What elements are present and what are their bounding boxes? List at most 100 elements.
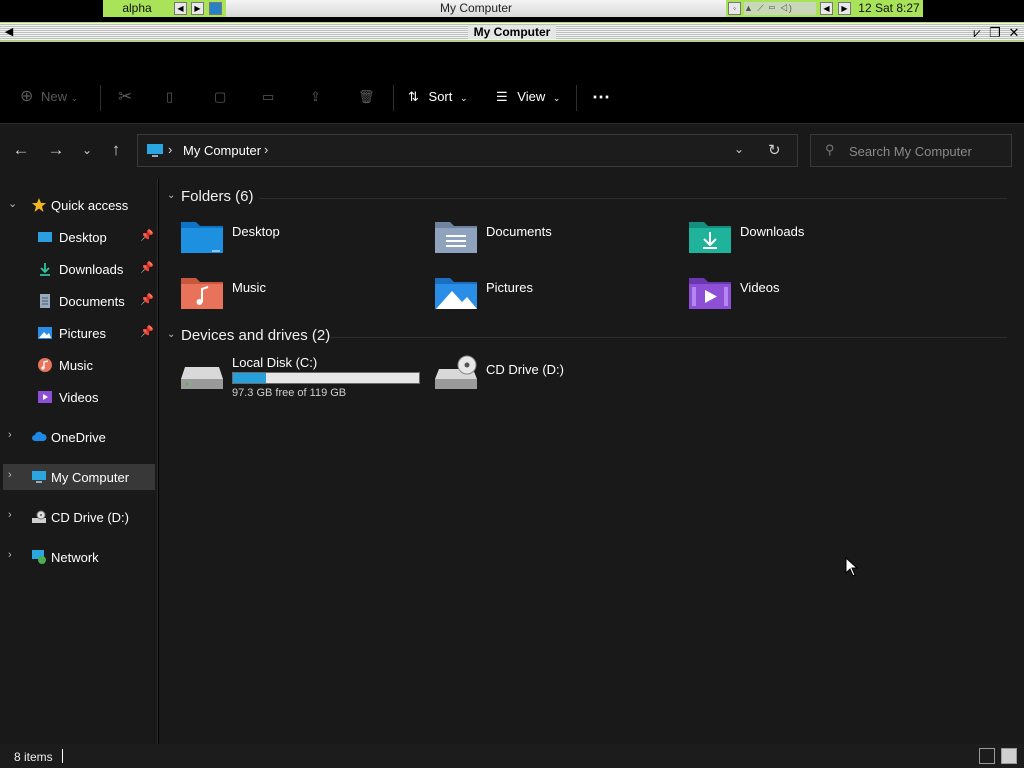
text-caret xyxy=(62,749,63,763)
drive-usage-fill xyxy=(233,373,267,383)
prev-window-button[interactable]: ◀ xyxy=(820,2,833,15)
drive-local-disk-c[interactable]: Local Disk (C:) 97.3 GB free of 119 GB xyxy=(180,355,430,405)
hard-drive-icon xyxy=(181,367,223,389)
expand-chevron-icon[interactable]: › xyxy=(8,509,20,521)
folder-videos[interactable]: Videos xyxy=(688,274,928,316)
cut-icon[interactable]: ✂ xyxy=(118,87,132,107)
paste-icon[interactable]: ▢ xyxy=(214,87,226,107)
window-titlebar[interactable]: ◀ My Computer ⩗ ❐ ✕ xyxy=(0,22,1024,42)
sidebar-item-label: Desktop xyxy=(59,230,107,245)
folder-downloads[interactable]: Downloads xyxy=(688,218,928,260)
view-button-label: View xyxy=(517,89,546,104)
maximize-icon[interactable]: ❐ xyxy=(987,25,1003,40)
expand-chevron-icon[interactable]: › xyxy=(8,469,20,481)
sidebar-item-cd-drive[interactable]: › CD Drive (D:) xyxy=(3,504,155,530)
workspace-label[interactable]: alpha xyxy=(103,0,171,17)
back-arrow-icon[interactable]: ← xyxy=(11,140,31,160)
clock[interactable]: 12 Sat 8:27 xyxy=(855,0,923,17)
minimize-icon[interactable]: ⩗ xyxy=(969,25,985,40)
chevron-down-icon: ⌄ xyxy=(460,93,468,103)
collapse-chevron-icon[interactable]: ⌄ xyxy=(8,197,20,210)
search-input[interactable] xyxy=(849,141,1009,161)
cd-drive-icon xyxy=(435,355,477,389)
next-workspace-button[interactable]: ▶ xyxy=(191,2,204,15)
expand-chevron-icon[interactable]: › xyxy=(8,429,20,441)
next-window-button[interactable]: ▶ xyxy=(838,2,851,15)
sidebar-item-network[interactable]: › Network xyxy=(3,544,155,570)
mouse-pointer-icon xyxy=(845,557,859,577)
item-count: 8 items xyxy=(14,750,53,764)
sidebar-item-onedrive[interactable]: › OneDrive xyxy=(3,424,155,450)
drives-group-header[interactable]: ⌄ Devices and drives (2) xyxy=(159,326,1015,348)
window-title: My Computer xyxy=(467,25,557,39)
pictures-icon xyxy=(38,327,52,339)
desktop-icon xyxy=(38,232,52,242)
documents-icon xyxy=(40,294,50,308)
sidebar-item-my-computer[interactable]: › My Computer xyxy=(3,464,155,490)
sidebar-item-label: Downloads xyxy=(59,262,124,277)
breadcrumb-chevron-icon[interactable]: › xyxy=(264,142,268,157)
sort-button[interactable]: ⇅ Sort ⌄ xyxy=(408,87,468,107)
new-button-label: New xyxy=(41,89,68,104)
folder-label: Downloads xyxy=(740,224,805,239)
folder-pictures[interactable]: Pictures xyxy=(434,274,674,316)
large-icons-view-icon[interactable] xyxy=(1001,748,1017,764)
new-button[interactable]: ⊕ New ⌄ xyxy=(20,87,78,107)
sidebar-item-documents[interactable]: Documents 📌 xyxy=(3,288,155,314)
sidebar-item-quick-access[interactable]: ⌄ Quick access xyxy=(3,192,155,218)
cd-drive-icon xyxy=(32,510,46,523)
folder-desktop[interactable]: Desktop xyxy=(180,218,420,260)
sidebar-item-label: Quick access xyxy=(51,198,129,213)
music-icon xyxy=(38,358,52,372)
sidebar-item-videos[interactable]: Videos xyxy=(3,384,155,410)
folder-documents[interactable]: Documents xyxy=(434,218,674,260)
delete-icon[interactable]: 🗑 xyxy=(358,87,375,107)
system-tray[interactable]: ▲ ⟋ ▭ ◁) xyxy=(744,2,816,15)
music-folder-icon xyxy=(181,278,223,309)
address-dropdown-icon[interactable]: ⌄ xyxy=(734,142,744,156)
recent-locations-icon[interactable]: ⌄ xyxy=(77,140,97,160)
details-view-icon[interactable] xyxy=(979,748,995,764)
group-title: Folders (6) xyxy=(181,188,254,205)
sidebar-item-label: OneDrive xyxy=(51,430,106,445)
collapse-chevron-icon[interactable]: ⌄ xyxy=(167,190,175,201)
up-arrow-icon[interactable]: ↑ xyxy=(106,140,126,160)
pin-icon: 📌 xyxy=(140,326,154,338)
sidebar-item-label: Music xyxy=(59,358,93,373)
desktop-folder-icon xyxy=(181,222,223,253)
sidebar-item-label: CD Drive (D:) xyxy=(51,510,129,525)
prev-workspace-button[interactable]: ◀ xyxy=(174,2,187,15)
close-icon[interactable]: ✕ xyxy=(1006,25,1022,40)
panel-window-title[interactable]: My Computer xyxy=(226,0,726,17)
breadcrumb-chevron-icon: › xyxy=(168,142,173,157)
search-icon: ⚲ xyxy=(825,142,835,157)
documents-folder-icon xyxy=(435,222,477,253)
cloud-icon xyxy=(32,431,47,441)
top-panel: alpha ◀ ▶ My Computer ◦ ▲ ⟋ ▭ ◁) ◀ ▶ 12 … xyxy=(0,0,1024,17)
tray-menu-icon[interactable]: ◦ xyxy=(728,2,741,15)
folders-group-header[interactable]: ⌄ Folders (6) xyxy=(159,187,1015,209)
view-button[interactable]: ☰ View ⌄ xyxy=(496,87,560,107)
rename-icon[interactable]: ▭ xyxy=(262,87,274,107)
copy-icon[interactable]: ▯ xyxy=(166,87,173,107)
sidebar-item-pictures[interactable]: Pictures 📌 xyxy=(3,320,155,346)
folder-music[interactable]: Music xyxy=(180,274,420,316)
sidebar-item-desktop[interactable]: Desktop 📌 xyxy=(3,224,155,250)
drive-cd-d[interactable]: CD Drive (D:) xyxy=(434,355,684,405)
address-bar[interactable]: › My Computer › ⌄ ↻ xyxy=(137,134,798,167)
more-options-icon[interactable]: ⋯ xyxy=(592,87,610,107)
breadcrumb-location[interactable]: My Computer xyxy=(183,143,261,158)
pin-icon: 📌 xyxy=(140,230,154,242)
folder-label: Music xyxy=(232,280,266,295)
collapse-chevron-icon[interactable]: ⌄ xyxy=(167,329,175,340)
navigation-bar: ← → ⌄ ↑ › My Computer › ⌄ ↻ ⚲ xyxy=(0,124,1024,178)
sidebar-item-music[interactable]: Music xyxy=(3,352,155,378)
group-divider xyxy=(259,198,1007,199)
refresh-icon[interactable]: ↻ xyxy=(768,141,781,159)
expand-chevron-icon[interactable]: › xyxy=(8,549,20,561)
search-box[interactable]: ⚲ xyxy=(810,134,1012,167)
sidebar-item-downloads[interactable]: Downloads 📌 xyxy=(3,256,155,282)
share-icon[interactable]: ⇪ xyxy=(310,87,321,107)
forward-arrow-icon[interactable]: → xyxy=(46,140,66,160)
command-bar: ⊕ New ⌄ ✂ ▯ ▢ ▭ ⇪ 🗑 ⇅ Sort ⌄ ☰ View ⌄ ⋯ xyxy=(0,43,1024,124)
